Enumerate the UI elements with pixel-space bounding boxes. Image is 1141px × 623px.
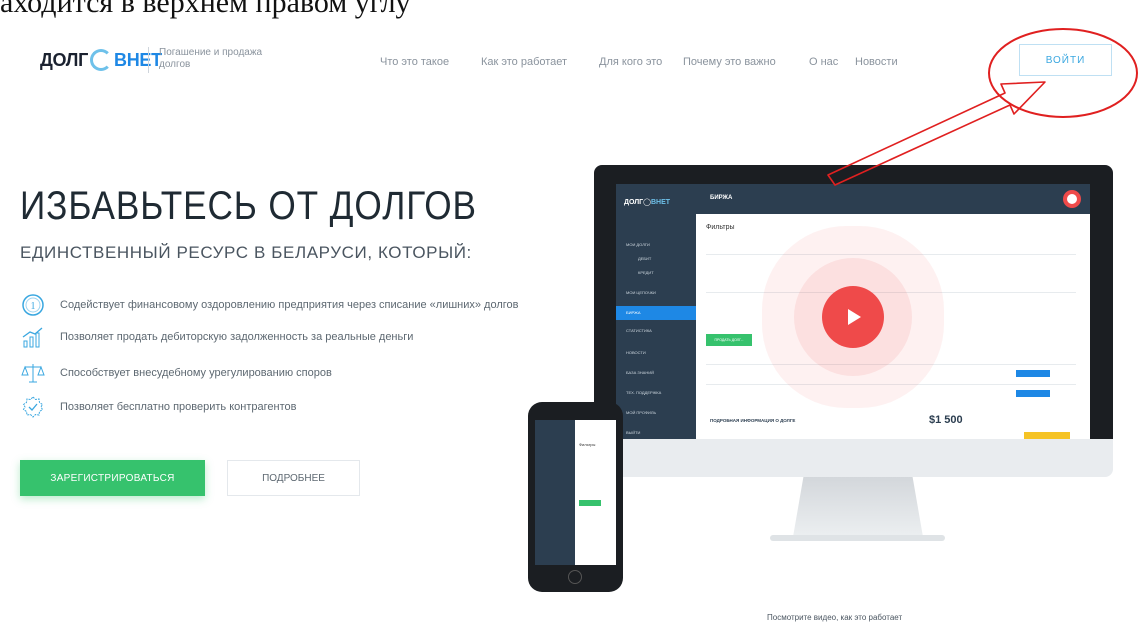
mockup-sidebar: ДОЛГ◯ВНЕТ МОИ ДОЛГИ ДЕБИТ КРЕДИТ МОИ ЦЕП… [616, 184, 696, 439]
login-button[interactable]: ВОЙТИ [1019, 44, 1112, 76]
nav-item-how[interactable]: Как это работает [481, 56, 567, 68]
feature-item: Способствует внесудебному урегулированию… [20, 360, 332, 386]
feature-text: Позволяет бесплатно проверить контрагент… [60, 401, 297, 413]
mockup-topbar: БИРЖА [696, 184, 1090, 214]
mockup-sidebar-item: ВЫЙТИ [626, 430, 641, 435]
logo-text-left: ДОЛГ [40, 49, 89, 70]
phone-sidebar [535, 420, 575, 565]
mockup-sidebar-item: СТАТИСТИКА [626, 328, 652, 333]
tagline: Погашение и продажа долгов [159, 47, 263, 70]
feature-item: Позволяет бесплатно проверить контрагент… [20, 394, 296, 420]
mockup-sidebar-item: МОЙ ПРОФИЛЬ [626, 410, 657, 415]
mockup-sidebar-item: КРЕДИТ [638, 270, 654, 275]
logo-ring-icon [90, 49, 113, 71]
phone-screen: Фильтры [535, 420, 616, 565]
video-play-button[interactable] [822, 286, 884, 348]
nav-item-why[interactable]: Почему это важно [683, 56, 776, 68]
mockup-table-row [706, 384, 1076, 385]
mockup-sidebar-item: БАЗА ЗНАНИЙ [626, 370, 654, 375]
mockup-sidebar-item: НОВОСТИ [626, 350, 646, 355]
phone-filters-label: Фильтры [579, 442, 596, 447]
one-circle-icon: 1 [20, 292, 46, 318]
nav-item-what[interactable]: Что это такое [380, 56, 449, 68]
mockup-divider [706, 254, 1076, 255]
logo-divider [148, 47, 149, 73]
monitor-stand [793, 477, 923, 537]
mockup-sidebar-item: МОИ ЦЕПОЧКИ [626, 290, 656, 295]
more-button[interactable]: ПОДРОБНЕЕ [227, 460, 360, 496]
mockup-divider [706, 292, 1076, 293]
mockup-sell-button: ПРОДАТЬ ДОЛГ... [706, 334, 752, 346]
hero-subtitle: ЕДИНСТВЕННЫЙ РЕСУРС В БЕЛАРУСИ, КОТОРЫЙ: [20, 243, 472, 262]
svg-text:1: 1 [31, 301, 36, 312]
nav-item-about[interactable]: О нас [809, 56, 838, 68]
mockup-sidebar-item: ДЕБИТ [638, 256, 652, 261]
register-button[interactable]: ЗАРЕГИСТРИРОВАТЬСЯ [20, 460, 205, 496]
feature-item: 1 Содействует финансовому оздоровлению п… [20, 292, 519, 318]
monitor-stand-base [770, 535, 945, 541]
mockup-avatar-icon [1063, 190, 1081, 208]
logo-text-right: ВНЕТ [114, 49, 162, 70]
monitor-chin [594, 439, 1113, 477]
mockup-yellow-button [1024, 432, 1070, 439]
video-caption: Посмотрите видео, как это работает [767, 613, 903, 622]
mockup-filters-label: Фильтры [706, 224, 735, 231]
mockup-price: $1 500 [929, 414, 963, 426]
mockup-table-row [706, 364, 1076, 365]
nav-item-news[interactable]: Новости [855, 56, 898, 68]
check-badge-icon [20, 394, 46, 420]
feature-item: Позволяет продать дебиторскую задолженно… [20, 324, 413, 350]
phone-sell-button [579, 500, 601, 506]
mockup-row-action [1016, 390, 1050, 397]
mockup-sidebar-item: ТЕХ. ПОДДЕРЖКА [626, 390, 662, 395]
feature-text: Способствует внесудебному урегулированию… [60, 367, 332, 379]
hero-title: ИЗБАВЬТЕСЬ ОТ ДОЛГОВ [20, 184, 477, 228]
mockup-content: Фильтры ПРОДАТЬ ДОЛГ... ПОДРОБНАЯ ИНФОРМ… [696, 214, 1090, 439]
feature-text: Содействует финансовому оздоровлению пре… [60, 299, 519, 311]
play-icon [848, 309, 861, 325]
mockup-title: БИРЖА [710, 195, 733, 201]
nav-item-for-whom[interactable]: Для кого это [599, 56, 662, 68]
growth-chart-icon [20, 324, 46, 350]
logo[interactable]: ДОЛГ ВНЕТ [40, 49, 162, 71]
mockup-row-action [1016, 370, 1050, 377]
mockup-detail-header: ПОДРОБНАЯ ИНФОРМАЦИЯ О ДОЛГЕ [710, 418, 796, 423]
feature-text: Позволяет продать дебиторскую задолженно… [60, 331, 414, 343]
phone-home-button [568, 570, 582, 584]
mockup-sidebar-item: МОИ ДОЛГИ [626, 242, 650, 247]
mockup-logo: ДОЛГ◯ВНЕТ [624, 199, 671, 206]
scales-icon [20, 360, 46, 386]
annotation-caption: аходится в верхнем правом углу [0, 0, 411, 19]
mockup-sidebar-item-active: БИРЖА [616, 306, 696, 320]
